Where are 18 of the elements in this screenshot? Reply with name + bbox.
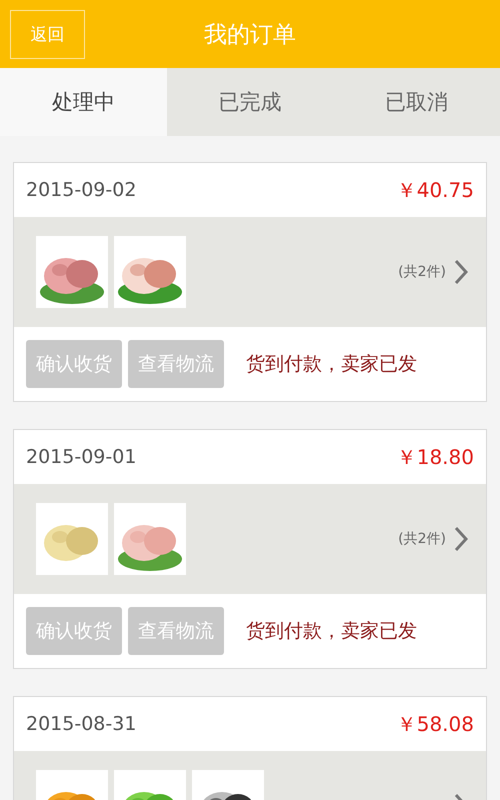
chevron-right-icon — [454, 259, 468, 285]
goods-row[interactable]: (共2件) — [14, 484, 486, 594]
order-price: ￥18.80 — [396, 444, 474, 470]
item-count: (共2件) — [398, 263, 446, 281]
order-price: ￥40.75 — [396, 176, 474, 204]
order-date: 2015-08-31 — [26, 713, 136, 735]
tab[interactable]: 已完成 — [166, 68, 334, 136]
page-title: 我的订单 — [203, 20, 297, 50]
goods-row[interactable]: (共2件) — [14, 217, 486, 327]
chevron-right-icon — [454, 526, 468, 552]
order-status: 货到付款，卖家已发 — [246, 352, 417, 377]
tab[interactable]: 已取消 — [333, 68, 500, 136]
order-date: 2015-09-01 — [26, 446, 136, 468]
item-count: (共2件) — [398, 530, 446, 548]
order-price: ￥58.08 — [396, 710, 474, 738]
tab[interactable]: 处理中 — [0, 68, 167, 136]
order-status: 货到付款，卖家已发 — [246, 619, 417, 644]
order-date: 2015-09-02 — [26, 179, 136, 201]
